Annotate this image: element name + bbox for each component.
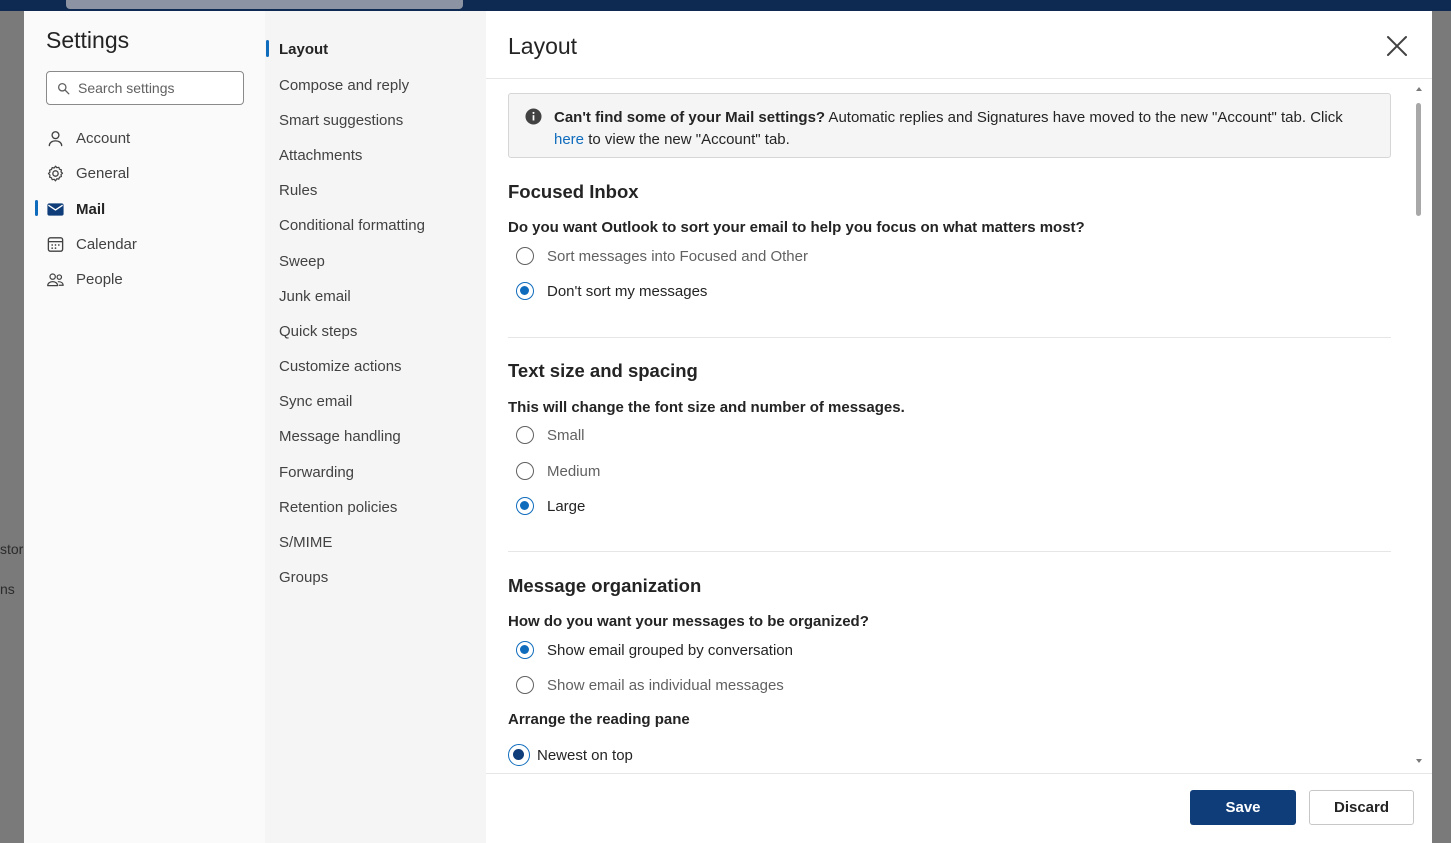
mail-icon: [47, 202, 64, 216]
radio-label: Small: [547, 426, 585, 444]
text-size-question: This will change the font size and numbe…: [508, 399, 905, 416]
category-label: General: [76, 164, 130, 182]
person-icon: [48, 130, 63, 146]
radio-button-selected[interactable]: [516, 497, 534, 515]
radio-button-selected[interactable]: [516, 282, 534, 300]
radio-button[interactable]: [516, 676, 534, 694]
background-left-pane: [0, 11, 24, 843]
radio-label: Show email as individual messages: [547, 676, 784, 694]
category-account[interactable]: Account: [46, 123, 256, 153]
category-label: Account: [76, 129, 131, 147]
category-label: People: [76, 270, 123, 288]
active-subcategory-indicator: [266, 40, 269, 57]
subcategory-message-handling[interactable]: Message handling: [279, 428, 401, 445]
search-settings-input[interactable]: [78, 80, 238, 96]
radio-button-selected[interactable]: [508, 744, 530, 766]
subcategory-smime[interactable]: S/MIME: [279, 534, 332, 551]
focused-inbox-title: Focused Inbox: [508, 181, 639, 202]
settings-category-nav: Settings Account General Mail Calendar P…: [24, 11, 265, 843]
section-divider: [508, 337, 1391, 338]
discard-button[interactable]: Discard: [1309, 790, 1414, 825]
settings-title: Settings: [46, 27, 130, 53]
radio-button[interactable]: [516, 462, 534, 480]
radio-button-selected[interactable]: [516, 641, 534, 659]
subcategory-smart-suggestions[interactable]: Smart suggestions: [279, 112, 403, 129]
section-divider: [508, 551, 1391, 552]
reading-pane-label: Arrange the reading pane: [508, 711, 690, 728]
subcategory-layout[interactable]: Layout: [279, 41, 328, 58]
radio-sort-focused-other[interactable]: Sort messages into Focused and Other: [516, 247, 808, 265]
radio-newest-on-top[interactable]: Newest on top: [508, 744, 633, 766]
subcategory-rules[interactable]: Rules: [279, 182, 317, 199]
info-text-part: Automatic replies and Signatures have mo…: [825, 109, 1343, 126]
info-message: Can't find some of your Mail settings? A…: [554, 107, 1374, 151]
calendar-icon: [47, 236, 64, 252]
radio-label: Don't sort my messages: [547, 282, 708, 300]
subcategory-sync-email[interactable]: Sync email: [279, 393, 352, 410]
info-text-part: to view the new "Account" tab.: [584, 131, 790, 148]
category-mail[interactable]: Mail: [46, 194, 256, 224]
info-banner: Can't find some of your Mail settings? A…: [508, 93, 1391, 158]
background-text-fragment: stor: [0, 541, 24, 557]
focused-inbox-question: Do you want Outlook to sort your email t…: [508, 219, 1085, 236]
subcategory-forwarding[interactable]: Forwarding: [279, 464, 354, 481]
header-divider: [486, 78, 1432, 79]
background-right-pane: [1432, 11, 1451, 843]
close-icon: [1387, 36, 1407, 56]
category-general[interactable]: General: [46, 158, 256, 188]
radio-label: Show email grouped by conversation: [547, 641, 793, 659]
category-calendar[interactable]: Calendar: [46, 229, 256, 259]
active-category-indicator: [35, 200, 38, 216]
save-button[interactable]: Save: [1190, 790, 1296, 825]
subcategory-sweep[interactable]: Sweep: [279, 253, 325, 270]
radio-button[interactable]: [516, 247, 534, 265]
footer-divider: [486, 773, 1432, 774]
people-icon: [47, 272, 64, 286]
subcategory-conditional-formatting[interactable]: Conditional formatting: [279, 217, 425, 234]
radio-dont-sort[interactable]: Don't sort my messages: [516, 282, 707, 300]
mail-subcategory-nav: [265, 11, 486, 843]
radio-grouped-by-conversation[interactable]: Show email grouped by conversation: [516, 641, 793, 659]
subcategory-junk-email[interactable]: Junk email: [279, 288, 351, 305]
info-bold-text: Can't find some of your Mail settings?: [554, 109, 826, 126]
radio-label: Sort messages into Focused and Other: [547, 247, 808, 265]
background-text-fragment: ns: [0, 581, 15, 597]
category-label: Calendar: [76, 235, 137, 253]
search-icon: [57, 82, 70, 94]
subcategory-customize-actions[interactable]: Customize actions: [279, 358, 402, 375]
background-search-bar: [66, 0, 463, 9]
category-label: Mail: [76, 200, 106, 218]
message-organization-title: Message organization: [508, 575, 702, 596]
radio-small[interactable]: Small: [516, 426, 585, 444]
subcategory-quick-steps[interactable]: Quick steps: [279, 323, 357, 340]
radio-label: Newest on top: [537, 746, 633, 764]
message-organization-question: How do you want your messages to be orga…: [508, 613, 869, 630]
radio-individual-messages[interactable]: Show email as individual messages: [516, 676, 784, 694]
page-title: Layout: [508, 33, 578, 59]
radio-label: Medium: [547, 462, 601, 480]
account-tab-link[interactable]: here: [554, 131, 584, 148]
radio-large[interactable]: Large: [516, 497, 585, 515]
content-scrollbar[interactable]: [1414, 85, 1424, 775]
category-people[interactable]: People: [46, 264, 256, 294]
subcategory-attachments[interactable]: Attachments: [279, 147, 362, 164]
scroll-down-arrow-icon[interactable]: [1416, 759, 1422, 763]
text-size-title: Text size and spacing: [508, 360, 698, 381]
radio-label: Large: [547, 497, 586, 515]
gear-icon: [47, 165, 64, 181]
info-icon: [525, 108, 542, 125]
scrollbar-thumb[interactable]: [1416, 103, 1421, 216]
radio-button[interactable]: [516, 426, 534, 444]
radio-medium[interactable]: Medium: [516, 462, 600, 480]
search-settings-box[interactable]: [46, 71, 244, 105]
subcategory-compose-and-reply[interactable]: Compose and reply: [279, 77, 409, 94]
layout-settings-pane: Layout Can't find some of your Mail sett…: [486, 11, 1432, 843]
close-button[interactable]: [1384, 33, 1410, 59]
scroll-up-arrow-icon[interactable]: [1416, 87, 1422, 91]
subcategory-groups[interactable]: Groups: [279, 569, 328, 586]
settings-dialog: Settings Account General Mail Calendar P…: [24, 11, 1432, 843]
subcategory-retention-policies[interactable]: Retention policies: [279, 499, 397, 516]
